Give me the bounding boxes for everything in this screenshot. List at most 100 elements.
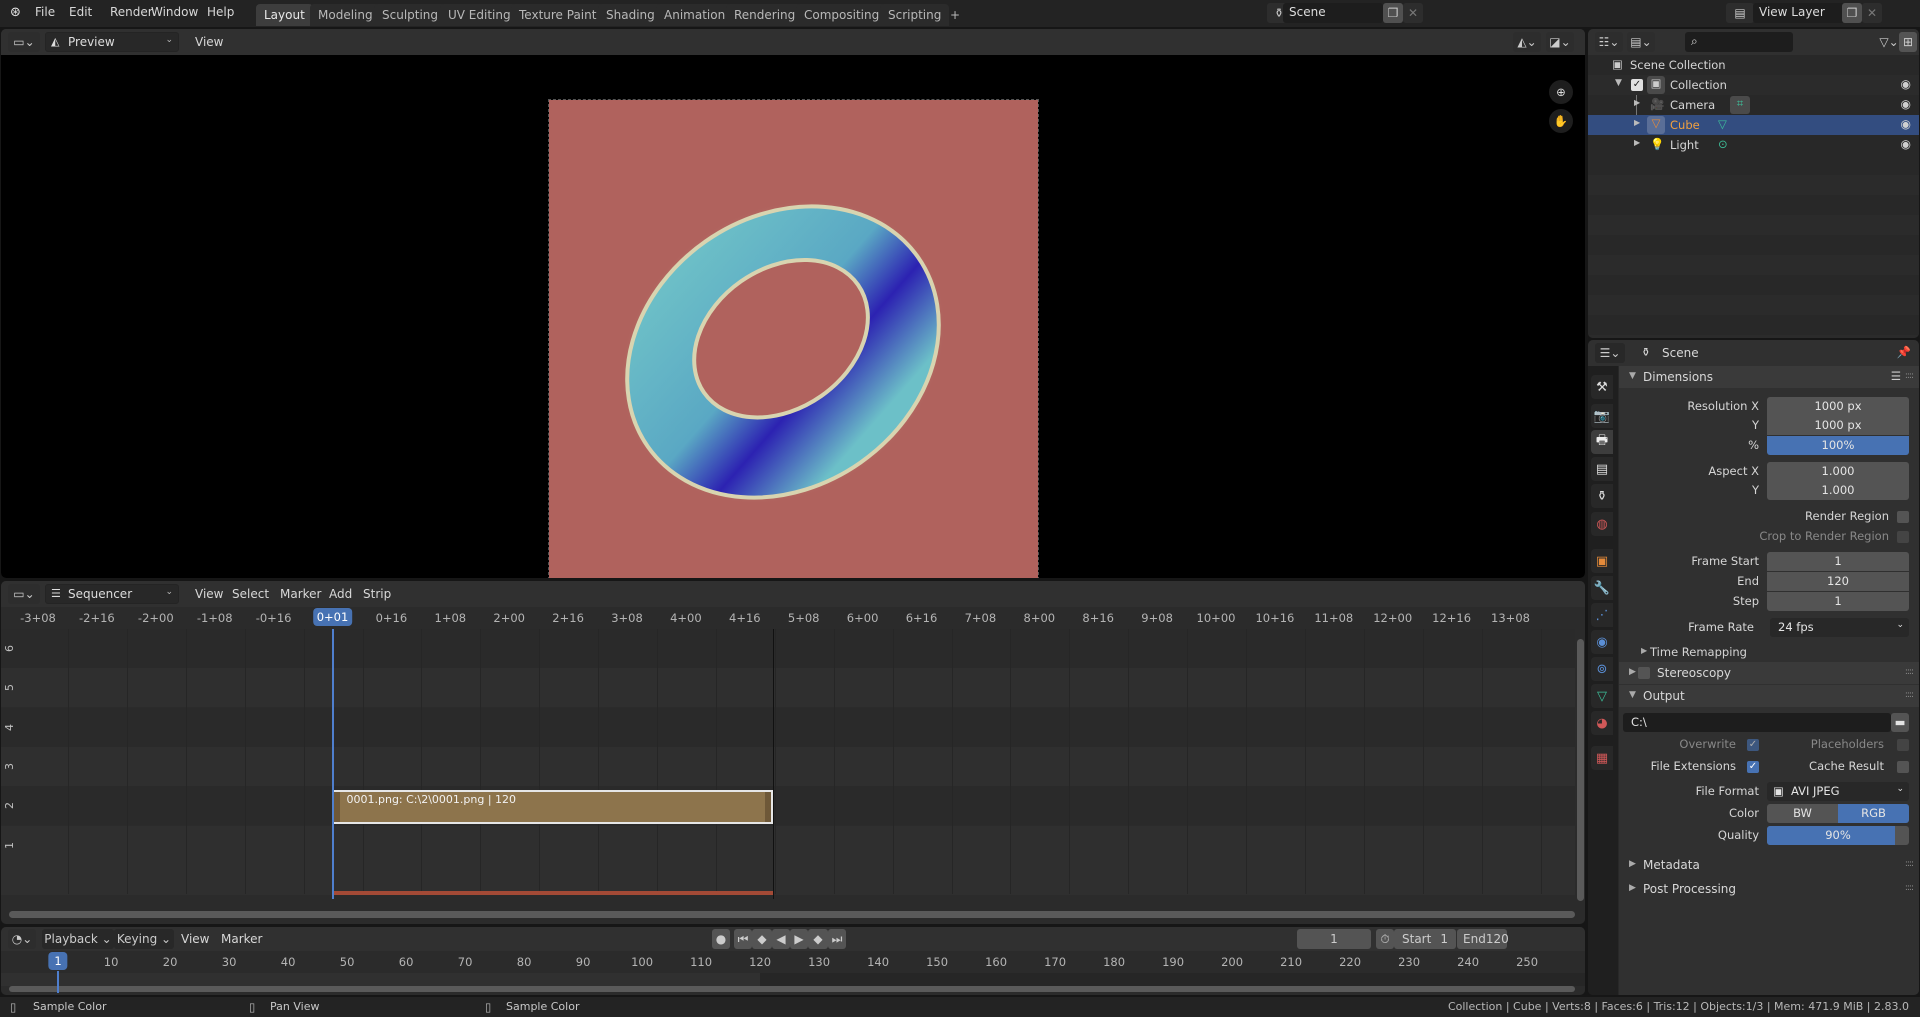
time-remapping-subpanel[interactable]: ▶ Time Remapping: [1637, 642, 1837, 662]
aspect-y-field[interactable]: 1.000: [1767, 481, 1909, 500]
editor-type-properties-icon[interactable]: ☰⌄: [1595, 343, 1625, 363]
metadata-panel-header[interactable]: ▶ Metadata ::::: [1619, 854, 1919, 876]
constraints-tab-icon[interactable]: ⊚: [1591, 657, 1613, 681]
mesh-data-icon[interactable]: ▽: [1718, 117, 1727, 131]
add-workspace-button[interactable]: +: [942, 4, 968, 26]
quality-slider[interactable]: 90%: [1767, 826, 1909, 845]
exclude-checkbox[interactable]: ✓: [1631, 79, 1643, 91]
resolution-x-field[interactable]: 1000 px: [1767, 397, 1909, 416]
drag-handle-icon[interactable]: ::::: [1905, 667, 1914, 677]
sequencer-channel-row[interactable]: [1, 864, 1575, 895]
tab-sculpting[interactable]: Sculpting: [374, 4, 447, 26]
drag-handle-icon[interactable]: ::::: [1905, 859, 1914, 869]
sequencer-channel-row[interactable]: 1: [1, 825, 1575, 865]
next-keyframe-icon[interactable]: ◆: [808, 929, 828, 949]
strip-right-handle[interactable]: [764, 792, 771, 823]
expand-triangle-icon[interactable]: ▶: [1634, 98, 1640, 107]
render-region-checkbox[interactable]: [1897, 511, 1909, 523]
playhead[interactable]: [331, 629, 334, 899]
tab-scripting[interactable]: Scripting: [880, 4, 950, 26]
view-type-dropdown[interactable]: ◭ Preview ⌄: [45, 32, 179, 52]
menu-window[interactable]: Window: [151, 5, 198, 19]
aspect-x-field[interactable]: 1.000: [1767, 462, 1909, 481]
sequencer-channel-row[interactable]: 2: [1, 786, 1575, 826]
overlay-icon[interactable]: ◪⌄: [1546, 32, 1574, 52]
folder-icon[interactable]: ▬: [1891, 713, 1909, 732]
vertical-scrollbar[interactable]: [1577, 639, 1584, 901]
resolution-y-field[interactable]: 1000 px: [1767, 416, 1909, 435]
eye-icon[interactable]: ◉: [1901, 137, 1911, 151]
tab-compositing[interactable]: Compositing: [796, 4, 888, 26]
color-bw-button[interactable]: BW: [1767, 804, 1838, 823]
expand-triangle-icon[interactable]: ▶: [1634, 118, 1640, 127]
timeline-menu-view[interactable]: View: [181, 932, 209, 946]
material-tab-icon[interactable]: ◕: [1591, 711, 1613, 735]
view-layer-name-field[interactable]: View Layer: [1753, 3, 1845, 23]
start-frame-field[interactable]: Start 1: [1394, 929, 1456, 949]
outliner-row-camera[interactable]: ▶ 🎥 Camera ⌗ ◉: [1588, 95, 1919, 155]
data-tab-icon[interactable]: ▽: [1591, 684, 1613, 708]
editor-type-outliner-icon[interactable]: ☷⌄: [1595, 32, 1623, 52]
new-view-layer-icon[interactable]: ❐: [1842, 3, 1862, 23]
sequencer-channel-row[interactable]: 4: [1, 707, 1575, 747]
play-icon[interactable]: ▶: [790, 929, 808, 949]
post-processing-panel-header[interactable]: ▶ Post Processing ::::: [1619, 878, 1919, 900]
timeline-playhead[interactable]: [57, 971, 59, 993]
editor-type-timeline-icon[interactable]: ◔⌄: [8, 929, 36, 949]
timeline-ruler[interactable]: 1 10 20 30 40 50 60 70 80 90 100 110 120 130 140 150 160…: [1, 951, 1585, 973]
editor-type-sequencer-icon[interactable]: ▭⌄: [8, 32, 40, 52]
stopwatch-icon[interactable]: ⏱: [1376, 929, 1394, 949]
eye-icon[interactable]: ◉: [1901, 97, 1911, 111]
menu-help[interactable]: Help: [207, 5, 234, 19]
outliner-row-collection[interactable]: ▼ ✓ ▣ Collection ◉: [1588, 75, 1919, 95]
texture-tab-icon[interactable]: ▦: [1591, 746, 1613, 770]
placeholders-checkbox[interactable]: [1897, 739, 1909, 751]
dimensions-panel-header[interactable]: ▼ Dimensions ☰ ::::: [1619, 366, 1919, 388]
record-icon[interactable]: ●: [712, 929, 730, 949]
tab-texture-paint[interactable]: Texture Paint: [511, 4, 605, 26]
end-frame-field[interactable]: End 120: [1457, 929, 1509, 949]
sequencer-channel-row[interactable]: 5: [1, 668, 1575, 708]
stereoscopy-checkbox[interactable]: [1638, 667, 1650, 679]
jump-start-icon[interactable]: ⏮: [734, 929, 752, 949]
prev-keyframe-icon[interactable]: ◆: [752, 929, 772, 949]
current-frame-indicator[interactable]: 1: [48, 952, 68, 970]
cache-result-checkbox[interactable]: [1897, 761, 1909, 773]
frame-start-field[interactable]: 1: [1767, 552, 1909, 571]
light-data-icon[interactable]: ⊙: [1718, 137, 1728, 151]
hand-pan-icon[interactable]: ✋: [1549, 109, 1573, 133]
new-scene-icon[interactable]: ❐: [1383, 3, 1403, 23]
playback-dropdown[interactable]: Playback ⌄: [42, 929, 114, 949]
drag-handle-icon[interactable]: ::::: [1905, 371, 1914, 381]
modifier-tab-icon[interactable]: 🔧: [1591, 576, 1613, 600]
presets-icon[interactable]: ☰: [1891, 369, 1901, 383]
color-rgb-button[interactable]: RGB: [1838, 804, 1909, 823]
blender-logo-icon[interactable]: ⊛: [10, 5, 21, 20]
tab-layout[interactable]: Layout: [256, 4, 313, 26]
delete-scene-icon[interactable]: ✕: [1403, 3, 1423, 23]
strip-left-handle[interactable]: [333, 792, 340, 823]
timeline-menu-marker[interactable]: Marker: [221, 932, 262, 946]
editor-type-sequencer-icon[interactable]: ▭⌄: [8, 584, 40, 604]
frame-step-field[interactable]: 1: [1767, 592, 1909, 611]
keying-dropdown[interactable]: Keying ⌄: [114, 929, 174, 949]
seq-menu-marker[interactable]: Marker: [280, 587, 321, 601]
frame-end-field[interactable]: 120: [1767, 572, 1909, 591]
stereoscopy-panel-header[interactable]: ▶ Stereoscopy ::::: [1619, 662, 1919, 684]
tab-modeling[interactable]: Modeling: [310, 4, 381, 26]
output-tab-icon[interactable]: 🖶: [1591, 430, 1613, 454]
preview-canvas[interactable]: ⊕ ✋: [1, 55, 1585, 578]
render-tab-icon[interactable]: 📷: [1591, 404, 1613, 428]
sequencer-mode-dropdown[interactable]: ☰ Sequencer ⌄: [45, 584, 179, 604]
eye-icon[interactable]: ◉: [1901, 77, 1911, 91]
display-channels-icon[interactable]: ◭⌄: [1513, 32, 1541, 52]
zoom-icon[interactable]: ⊕: [1549, 80, 1573, 104]
menu-file[interactable]: File: [35, 5, 55, 19]
tool-tab-icon[interactable]: ⚒: [1591, 375, 1613, 399]
sequencer-channel-row[interactable]: 6: [1, 629, 1575, 668]
sequencer-channel-row[interactable]: 3: [1, 746, 1575, 786]
outliner-search-input[interactable]: ⌕: [1685, 32, 1793, 52]
play-reverse-icon[interactable]: ◀: [772, 929, 790, 949]
preview-menu-view[interactable]: View: [195, 35, 223, 49]
seq-menu-view[interactable]: View: [195, 587, 223, 601]
